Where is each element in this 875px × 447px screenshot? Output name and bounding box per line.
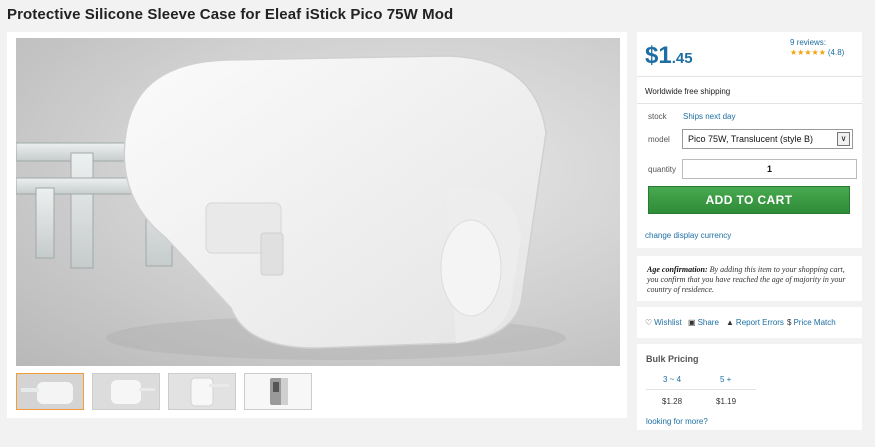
warning-icon: ▲: [726, 318, 734, 327]
divider: [646, 389, 756, 390]
price-match-label: Price Match: [793, 318, 836, 327]
share-label: Share: [697, 318, 719, 327]
share-icon: ▣: [688, 318, 696, 327]
product-gallery: [7, 32, 627, 418]
share-link[interactable]: ▣ Share: [688, 318, 719, 327]
dollar-icon: $: [787, 318, 792, 327]
price-match-link[interactable]: $ Price Match: [787, 318, 836, 327]
age-confirmation-text: Age confirmation: By adding this item to…: [647, 265, 857, 295]
thumbnail-4[interactable]: [244, 373, 312, 410]
thumbnail-4-image: [245, 374, 311, 409]
report-errors-link[interactable]: ▲ Report Errors: [726, 318, 784, 327]
add-to-cart-button[interactable]: ADD TO CART: [648, 186, 850, 214]
bulk-tier-qty[interactable]: 3 ~ 4: [663, 375, 681, 384]
chevron-down-icon: ∨: [837, 132, 850, 146]
divider: [637, 103, 862, 104]
change-currency-link[interactable]: change display currency: [645, 231, 731, 240]
bulk-pricing-panel: Bulk Pricing 3 ~ 4 5 + $1.28 $1.19 looki…: [637, 344, 862, 430]
quantity-label: quantity: [648, 165, 677, 174]
shipping-text: Worldwide free shipping: [645, 87, 731, 96]
purchase-panel: $1.45 9 reviews: ★★★★★ (4.8) Worldwide fr…: [637, 32, 862, 248]
actions-panel: ♡ Wishlist ▣ Share ▲ Report Errors $ Price M…: [637, 307, 862, 338]
quantity-input[interactable]: 1: [682, 159, 857, 179]
wishlist-icon: ♡: [645, 318, 653, 327]
thumbnail-2[interactable]: [92, 373, 160, 410]
bulk-tier-qty[interactable]: 5 +: [720, 375, 731, 384]
product-title: Protective Silicone Sleeve Case for Elea…: [7, 6, 454, 23]
wishlist-label: Wishlist: [654, 318, 682, 327]
age-confirmation-heading: Age confirmation:: [647, 265, 708, 274]
star-icon: ★★★★★: [790, 48, 826, 57]
report-errors-label: Report Errors: [735, 318, 784, 327]
thumbnail-2-image: [93, 374, 159, 409]
bulk-tier-price: $1.19: [716, 397, 737, 406]
thumbnail-3-image: [169, 374, 235, 409]
model-label: model: [648, 135, 670, 144]
bulk-pricing-title: Bulk Pricing: [646, 354, 699, 364]
main-product-image[interactable]: [16, 38, 620, 366]
thumbnail-1-image: [17, 374, 83, 409]
rating-stars[interactable]: ★★★★★ (4.8): [790, 48, 844, 57]
stock-value: Ships next day: [683, 112, 736, 121]
thumbnail-1[interactable]: [16, 373, 84, 410]
model-select-value: Pico 75W, Translucent (style B): [688, 134, 814, 144]
thumbnail-3[interactable]: [168, 373, 236, 410]
reviews-link[interactable]: 9 reviews:: [790, 38, 826, 47]
stock-label: stock: [648, 112, 667, 121]
rating-value: (4.8): [827, 48, 845, 57]
age-confirmation-panel: Age confirmation: By adding this item to…: [637, 256, 862, 301]
wishlist-link[interactable]: ♡ Wishlist: [645, 318, 682, 327]
silicone-sleeve-photo: [16, 55, 566, 360]
divider: [637, 76, 862, 77]
price-cents: .45: [671, 50, 693, 67]
model-select[interactable]: Pico 75W, Translucent (style B) ∨: [682, 129, 853, 149]
price: $1.45: [645, 42, 693, 70]
price-dollars: $1: [645, 42, 672, 69]
looking-for-more-link[interactable]: looking for more?: [646, 417, 708, 426]
bulk-tier-price: $1.28: [662, 397, 683, 406]
